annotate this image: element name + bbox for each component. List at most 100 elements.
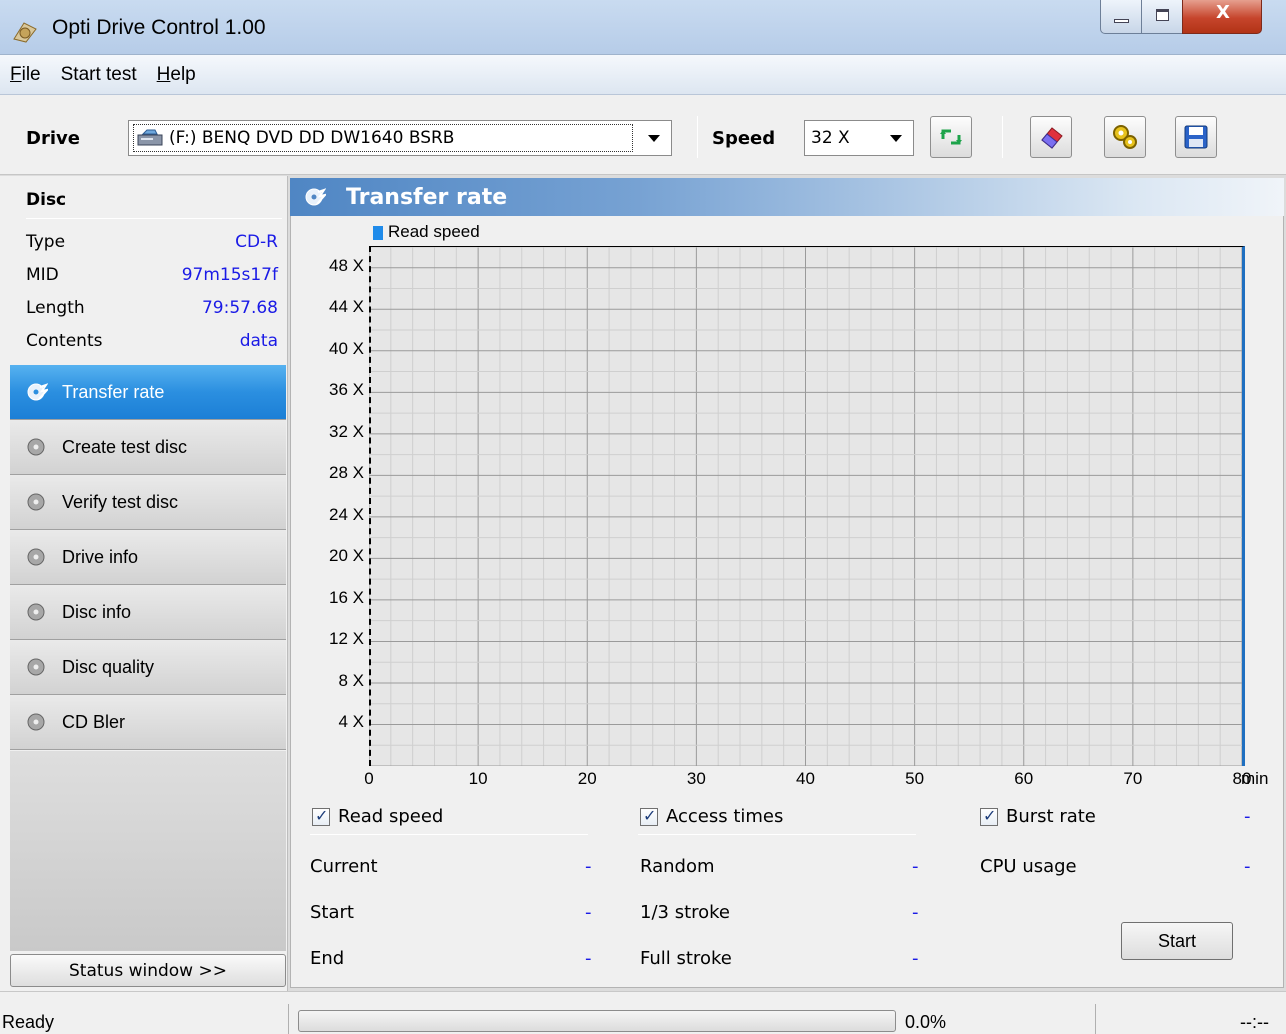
y-tick-label: 40 X xyxy=(329,338,364,358)
disc-row-contents: Contents data xyxy=(26,331,278,351)
menu-file[interactable]: File xyxy=(10,64,41,86)
stat-full-stroke-value: - xyxy=(912,948,919,969)
progress-percent: 0.0% xyxy=(905,1012,947,1032)
x-tick-label: 10 xyxy=(468,769,488,788)
maximize-button[interactable] xyxy=(1141,0,1183,34)
nav-drive-info[interactable]: Drive info xyxy=(10,530,286,585)
stat-random-value: - xyxy=(912,856,919,877)
erase-button[interactable] xyxy=(1030,116,1072,158)
y-tick-label: 44 X xyxy=(329,297,364,317)
stat-current-value: - xyxy=(585,856,592,877)
window-title: Opti Drive Control 1.00 xyxy=(52,16,266,39)
settings-button[interactable] xyxy=(1104,116,1146,158)
disc-row-mid: MID 97m15s17f xyxy=(26,265,278,285)
chart-grid xyxy=(369,247,1242,766)
disc-row-type: Type CD-R xyxy=(26,232,278,252)
y-tick-label: 4 X xyxy=(338,712,364,732)
disc-icon xyxy=(26,381,50,403)
burst-rate-checkbox[interactable]: Burst rate xyxy=(980,806,1096,827)
x-axis-unit: min xyxy=(1241,769,1269,788)
window-controls: X xyxy=(1100,0,1262,36)
disc-icon xyxy=(26,491,48,513)
nav-disc-info[interactable]: Disc info xyxy=(10,585,286,640)
stat-third-stroke-label: 1/3 stroke xyxy=(640,902,730,923)
read-speed-checkbox[interactable]: Read speed xyxy=(312,806,443,827)
x-tick-label: 50 xyxy=(905,769,925,788)
status-window-button[interactable]: Status window >> xyxy=(10,954,286,987)
save-button[interactable] xyxy=(1175,116,1217,158)
menu-bar: File Start test Help xyxy=(0,55,1286,95)
speed-label: Speed xyxy=(712,128,776,149)
refresh-button[interactable] xyxy=(930,116,972,158)
stat-end-value: - xyxy=(585,948,592,969)
y-tick-label: 20 X xyxy=(329,546,364,566)
minimize-button[interactable] xyxy=(1100,0,1142,34)
chart-plot-area xyxy=(369,246,1245,766)
nav-verify-test-disc[interactable]: Verify test disc xyxy=(10,475,286,530)
divider xyxy=(638,834,916,835)
x-tick-label: 30 xyxy=(686,769,706,788)
close-icon: X xyxy=(1216,2,1230,23)
disc-row-length: Length 79:57.68 xyxy=(26,298,278,318)
y-tick-label: 32 X xyxy=(329,421,364,441)
x-tick-label: 60 xyxy=(1014,769,1034,788)
x-tick-label: 70 xyxy=(1123,769,1143,788)
stat-start-label: Start xyxy=(310,902,354,923)
refresh-icon xyxy=(940,129,962,145)
speed-select[interactable]: 32 X xyxy=(804,120,914,156)
divider xyxy=(310,834,588,835)
x-tick-label: 40 xyxy=(796,769,815,788)
stat-full-stroke-label: Full stroke xyxy=(640,948,732,969)
time-remaining: --:-- xyxy=(1240,1012,1269,1032)
close-button[interactable]: X xyxy=(1182,0,1262,34)
y-tick-label: 8 X xyxy=(338,670,364,690)
nav-create-test-disc[interactable]: Create test disc xyxy=(10,420,286,475)
menu-start-test[interactable]: Start test xyxy=(61,64,137,86)
disc-icon xyxy=(26,546,48,568)
x-tick-label: 20 xyxy=(577,769,597,788)
title-bar: Opti Drive Control 1.00 X xyxy=(0,0,1286,55)
drive-select[interactable]: (F:) BENQ DVD DD DW1640 BSRB xyxy=(128,120,672,156)
stat-end-label: End xyxy=(310,948,345,969)
menu-help[interactable]: Help xyxy=(157,64,196,86)
disc-heading: Disc xyxy=(26,190,67,210)
disc-icon xyxy=(26,711,48,733)
maximize-icon xyxy=(1156,9,1169,21)
cpu-usage-value: - xyxy=(1244,856,1251,877)
y-tick-label: 24 X xyxy=(329,504,364,524)
panel-title: Transfer rate xyxy=(346,184,508,210)
x-tick-label: 0 xyxy=(364,769,374,788)
disc-icon xyxy=(304,186,328,208)
legend-read-speed: Read speed xyxy=(388,222,480,241)
y-tick-label: 36 X xyxy=(329,380,364,400)
y-tick-label: 48 X xyxy=(329,255,364,275)
disc-icon xyxy=(26,436,48,458)
y-axis-line xyxy=(369,246,371,766)
stat-random-label: Random xyxy=(640,856,715,877)
stat-current-label: Current xyxy=(310,856,378,877)
checkbox-icon xyxy=(640,806,658,826)
cpu-usage-label: CPU usage xyxy=(980,856,1077,877)
y-tick-label: 28 X xyxy=(329,463,364,483)
status-text: Ready xyxy=(2,1012,55,1032)
minimize-icon xyxy=(1114,19,1129,23)
save-icon xyxy=(1184,125,1208,149)
settings-icon xyxy=(1113,125,1137,149)
burst-rate-value: - xyxy=(1244,806,1251,827)
chevron-down-icon[interactable] xyxy=(637,121,671,155)
nav-cd-bler[interactable]: CD Bler xyxy=(10,695,286,750)
drive-label: Drive xyxy=(26,128,80,149)
progress-bar xyxy=(298,1010,896,1032)
speed-value: 32 X xyxy=(811,128,850,148)
divider xyxy=(26,218,282,219)
access-times-checkbox[interactable]: Access times xyxy=(640,806,783,827)
disc-icon xyxy=(26,656,48,678)
nav-disc-quality[interactable]: Disc quality xyxy=(10,640,286,695)
y-tick-label: 12 X xyxy=(329,629,364,649)
y-tick-label: 16 X xyxy=(329,587,364,607)
start-button[interactable]: Start xyxy=(1121,922,1233,960)
stat-start-value: - xyxy=(585,902,592,923)
checkbox-icon xyxy=(980,806,998,826)
chevron-down-icon[interactable] xyxy=(879,121,913,155)
nav-transfer-rate[interactable]: Transfer rate xyxy=(10,365,286,420)
